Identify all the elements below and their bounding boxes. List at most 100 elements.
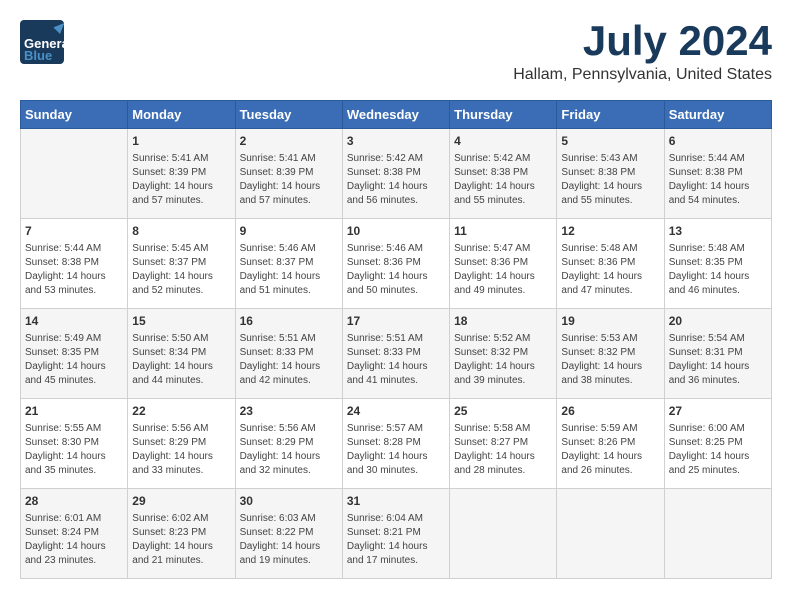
day-info-line: Sunset: 8:34 PM bbox=[132, 346, 230, 360]
header-sunday: Sunday bbox=[21, 101, 128, 129]
day-info-line: Sunset: 8:38 PM bbox=[454, 166, 552, 180]
day-number: 3 bbox=[347, 133, 445, 150]
day-info-line: Daylight: 14 hours bbox=[669, 180, 767, 194]
calendar-cell: 2Sunrise: 5:41 AMSunset: 8:39 PMDaylight… bbox=[235, 129, 342, 219]
day-info-line: Sunrise: 5:41 AM bbox=[132, 152, 230, 166]
day-number: 28 bbox=[25, 493, 123, 510]
week-row-4: 21Sunrise: 5:55 AMSunset: 8:30 PMDayligh… bbox=[21, 399, 772, 489]
day-info-line: Daylight: 14 hours bbox=[25, 360, 123, 374]
day-info-line: Sunrise: 5:44 AM bbox=[25, 242, 123, 256]
day-info-line: Daylight: 14 hours bbox=[669, 270, 767, 284]
calendar-cell: 8Sunrise: 5:45 AMSunset: 8:37 PMDaylight… bbox=[128, 219, 235, 309]
day-info-line: Sunset: 8:35 PM bbox=[669, 256, 767, 270]
day-info-line: Daylight: 14 hours bbox=[132, 180, 230, 194]
day-info-line: Sunset: 8:25 PM bbox=[669, 436, 767, 450]
day-number: 14 bbox=[25, 313, 123, 330]
day-info-line: Sunrise: 5:51 AM bbox=[347, 332, 445, 346]
location: Hallam, Pennsylvania, United States bbox=[513, 66, 772, 84]
day-number: 25 bbox=[454, 403, 552, 420]
calendar-cell: 18Sunrise: 5:52 AMSunset: 8:32 PMDayligh… bbox=[450, 309, 557, 399]
day-info-line: and 30 minutes. bbox=[347, 464, 445, 478]
day-number: 29 bbox=[132, 493, 230, 510]
day-info-line: and 55 minutes. bbox=[454, 194, 552, 208]
day-info-line: Daylight: 14 hours bbox=[347, 270, 445, 284]
day-info-line: and 42 minutes. bbox=[240, 374, 338, 388]
calendar-cell: 31Sunrise: 6:04 AMSunset: 8:21 PMDayligh… bbox=[342, 489, 449, 579]
day-number: 12 bbox=[561, 223, 659, 240]
day-info-line: and 21 minutes. bbox=[132, 554, 230, 568]
day-info-line: Sunset: 8:38 PM bbox=[25, 256, 123, 270]
calendar-cell: 21Sunrise: 5:55 AMSunset: 8:30 PMDayligh… bbox=[21, 399, 128, 489]
day-info-line: Sunrise: 6:02 AM bbox=[132, 512, 230, 526]
day-info-line: Sunset: 8:28 PM bbox=[347, 436, 445, 450]
day-info-line: Sunset: 8:38 PM bbox=[561, 166, 659, 180]
day-info-line: Sunrise: 5:43 AM bbox=[561, 152, 659, 166]
header-tuesday: Tuesday bbox=[235, 101, 342, 129]
day-info-line: Sunset: 8:31 PM bbox=[669, 346, 767, 360]
calendar-cell: 16Sunrise: 5:51 AMSunset: 8:33 PMDayligh… bbox=[235, 309, 342, 399]
calendar-cell: 1Sunrise: 5:41 AMSunset: 8:39 PMDaylight… bbox=[128, 129, 235, 219]
day-info-line: Sunrise: 5:52 AM bbox=[454, 332, 552, 346]
calendar-cell: 14Sunrise: 5:49 AMSunset: 8:35 PMDayligh… bbox=[21, 309, 128, 399]
day-info-line: Sunset: 8:37 PM bbox=[240, 256, 338, 270]
day-info-line: and 46 minutes. bbox=[669, 284, 767, 298]
day-info-line: Sunrise: 6:01 AM bbox=[25, 512, 123, 526]
calendar-cell: 26Sunrise: 5:59 AMSunset: 8:26 PMDayligh… bbox=[557, 399, 664, 489]
day-info-line: and 52 minutes. bbox=[132, 284, 230, 298]
day-info-line: Sunrise: 5:51 AM bbox=[240, 332, 338, 346]
day-number: 16 bbox=[240, 313, 338, 330]
day-info-line: Sunrise: 5:45 AM bbox=[132, 242, 230, 256]
day-info-line: and 44 minutes. bbox=[132, 374, 230, 388]
day-info-line: Sunrise: 5:44 AM bbox=[669, 152, 767, 166]
header: General Blue July 2024 Hallam, Pennsylva… bbox=[20, 20, 772, 84]
day-info-line: and 17 minutes. bbox=[347, 554, 445, 568]
day-number: 1 bbox=[132, 133, 230, 150]
calendar-cell: 27Sunrise: 6:00 AMSunset: 8:25 PMDayligh… bbox=[664, 399, 771, 489]
header-saturday: Saturday bbox=[664, 101, 771, 129]
day-info-line: Sunrise: 5:49 AM bbox=[25, 332, 123, 346]
day-info-line: Daylight: 14 hours bbox=[669, 450, 767, 464]
day-info-line: Sunrise: 5:53 AM bbox=[561, 332, 659, 346]
day-number: 19 bbox=[561, 313, 659, 330]
calendar-table: SundayMondayTuesdayWednesdayThursdayFrid… bbox=[20, 100, 772, 579]
day-number: 2 bbox=[240, 133, 338, 150]
day-info-line: Sunrise: 5:59 AM bbox=[561, 422, 659, 436]
week-row-2: 7Sunrise: 5:44 AMSunset: 8:38 PMDaylight… bbox=[21, 219, 772, 309]
day-info-line: and 41 minutes. bbox=[347, 374, 445, 388]
day-info-line: Sunset: 8:27 PM bbox=[454, 436, 552, 450]
month-year: July 2024 bbox=[513, 20, 772, 62]
day-info-line: Sunset: 8:23 PM bbox=[132, 526, 230, 540]
day-info-line: Daylight: 14 hours bbox=[454, 180, 552, 194]
day-info-line: Sunset: 8:30 PM bbox=[25, 436, 123, 450]
day-number: 15 bbox=[132, 313, 230, 330]
day-info-line: Daylight: 14 hours bbox=[240, 270, 338, 284]
calendar-cell: 10Sunrise: 5:46 AMSunset: 8:36 PMDayligh… bbox=[342, 219, 449, 309]
calendar-header-row: SundayMondayTuesdayWednesdayThursdayFrid… bbox=[21, 101, 772, 129]
calendar-cell bbox=[21, 129, 128, 219]
day-number: 17 bbox=[347, 313, 445, 330]
day-info-line: and 28 minutes. bbox=[454, 464, 552, 478]
day-info-line: Sunset: 8:36 PM bbox=[347, 256, 445, 270]
day-info-line: and 51 minutes. bbox=[240, 284, 338, 298]
calendar-cell: 9Sunrise: 5:46 AMSunset: 8:37 PMDaylight… bbox=[235, 219, 342, 309]
day-info-line: Sunrise: 5:56 AM bbox=[240, 422, 338, 436]
day-info-line: Sunset: 8:38 PM bbox=[669, 166, 767, 180]
calendar-cell: 4Sunrise: 5:42 AMSunset: 8:38 PMDaylight… bbox=[450, 129, 557, 219]
day-number: 24 bbox=[347, 403, 445, 420]
day-info-line: and 50 minutes. bbox=[347, 284, 445, 298]
day-info-line: Daylight: 14 hours bbox=[347, 450, 445, 464]
day-info-line: Sunrise: 6:03 AM bbox=[240, 512, 338, 526]
title-area: July 2024 Hallam, Pennsylvania, United S… bbox=[513, 20, 772, 84]
day-info-line: Sunset: 8:21 PM bbox=[347, 526, 445, 540]
day-info-line: Sunrise: 5:54 AM bbox=[669, 332, 767, 346]
calendar-cell: 25Sunrise: 5:58 AMSunset: 8:27 PMDayligh… bbox=[450, 399, 557, 489]
day-info-line: and 35 minutes. bbox=[25, 464, 123, 478]
day-info-line: Sunrise: 5:48 AM bbox=[561, 242, 659, 256]
day-info-line: Daylight: 14 hours bbox=[561, 360, 659, 374]
day-info-line: Sunset: 8:29 PM bbox=[132, 436, 230, 450]
calendar-cell: 22Sunrise: 5:56 AMSunset: 8:29 PMDayligh… bbox=[128, 399, 235, 489]
day-info-line: Sunrise: 5:46 AM bbox=[240, 242, 338, 256]
day-info-line: Daylight: 14 hours bbox=[132, 450, 230, 464]
day-number: 10 bbox=[347, 223, 445, 240]
calendar-cell: 29Sunrise: 6:02 AMSunset: 8:23 PMDayligh… bbox=[128, 489, 235, 579]
